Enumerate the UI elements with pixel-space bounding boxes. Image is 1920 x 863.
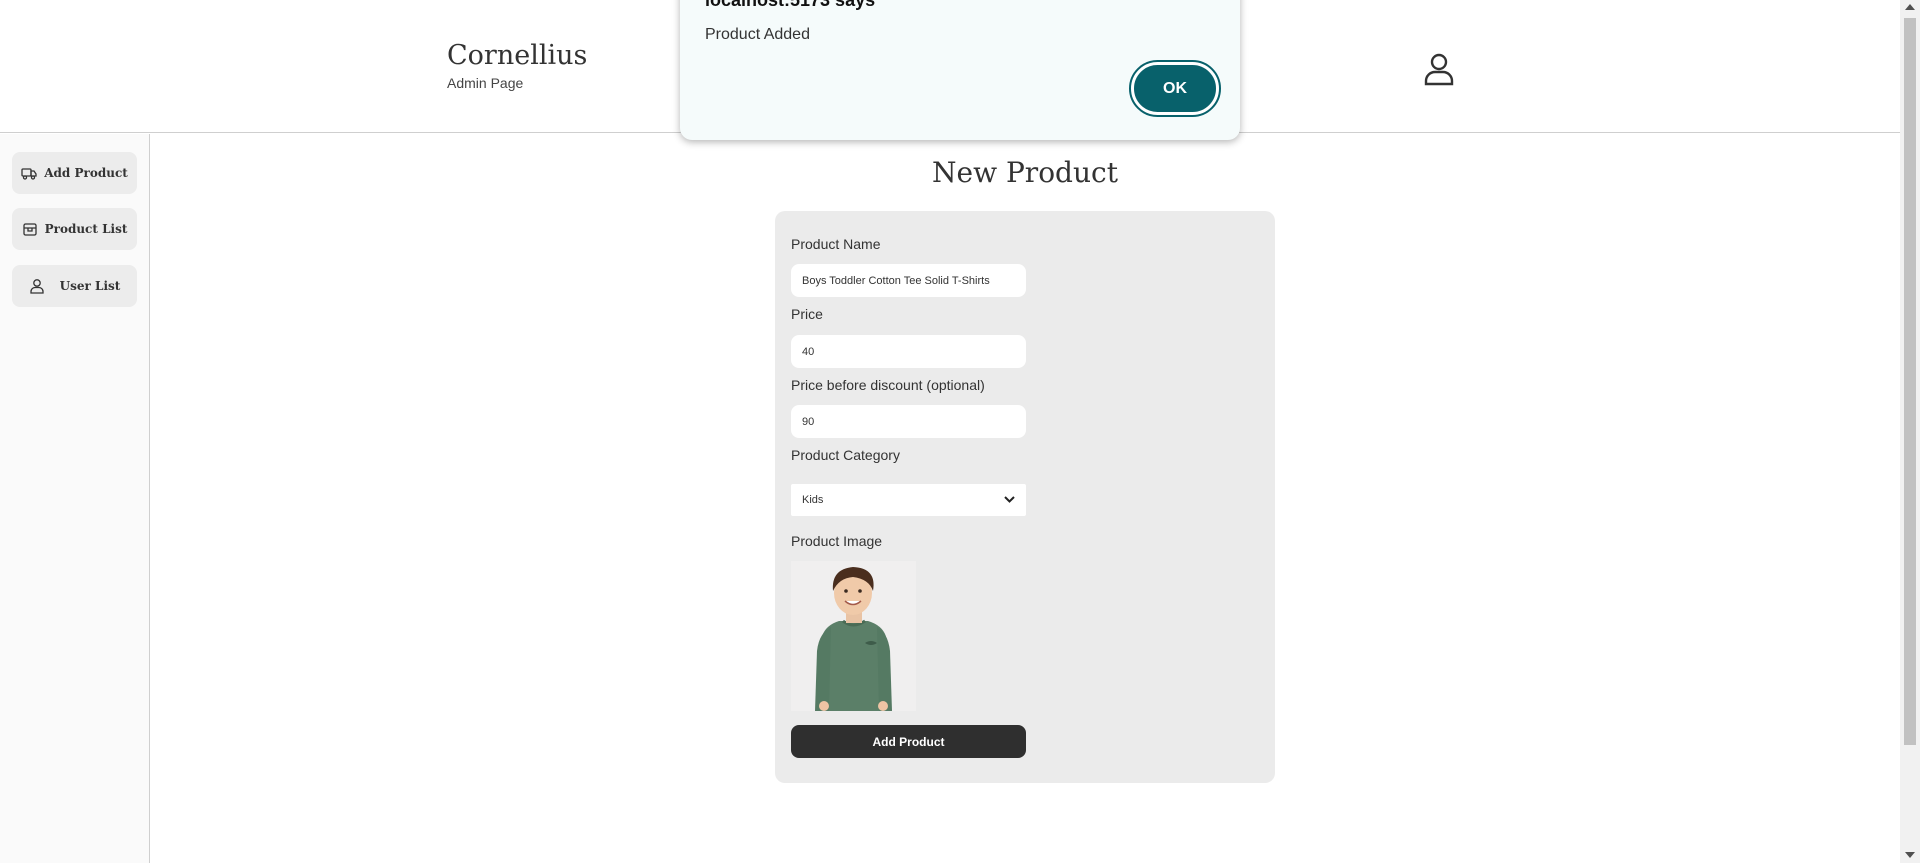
- brand: Cornellius Admin Page: [447, 40, 587, 91]
- new-product-form: Product Name Boys Toddler Cotton Tee Sol…: [775, 211, 1275, 783]
- user-account-icon[interactable]: [1424, 52, 1454, 86]
- alert-dialog: localhost:5173 says Product Added OK: [680, 0, 1240, 140]
- box-icon: [22, 223, 37, 236]
- brand-title: Cornellius: [447, 40, 588, 71]
- page-title: New Product: [932, 156, 1118, 189]
- product-category-label: Product Category: [791, 447, 900, 463]
- sidebar-item-label: User List: [59, 279, 121, 293]
- user-icon: [30, 279, 44, 294]
- scroll-down-arrow-icon[interactable]: [1905, 852, 1915, 858]
- product-name-input[interactable]: Boys Toddler Cotton Tee Solid T-Shirts: [791, 264, 1026, 297]
- product-name-label: Product Name: [791, 236, 881, 252]
- product-category-select[interactable]: Kids: [791, 484, 1026, 516]
- price-before-discount-label: Price before discount (optional): [791, 377, 985, 393]
- product-image-preview[interactable]: [791, 561, 916, 711]
- add-product-button[interactable]: Add Product: [791, 725, 1026, 758]
- sidebar-item-user-list[interactable]: User List: [12, 265, 137, 307]
- scroll-up-arrow-icon[interactable]: [1905, 4, 1915, 10]
- price-input[interactable]: 40: [791, 335, 1026, 368]
- product-image-label: Product Image: [791, 533, 883, 549]
- sidebar-item-product-list[interactable]: Product List: [12, 208, 137, 250]
- sidebar: Add Product Product List User List: [0, 134, 150, 863]
- sidebar-item-add-product[interactable]: Add Product: [12, 152, 137, 194]
- price-before-discount-input[interactable]: 90: [791, 405, 1026, 438]
- product-photo: [791, 561, 916, 711]
- chevron-down-icon: [1004, 496, 1015, 503]
- scroll-thumb[interactable]: [1904, 18, 1916, 745]
- dialog-ok-button[interactable]: OK: [1129, 60, 1221, 117]
- truck-icon: [21, 168, 37, 180]
- brand-subtitle: Admin Page: [447, 75, 524, 91]
- price-label: Price: [791, 306, 823, 322]
- dialog-title: localhost:5173 says: [705, 0, 876, 10]
- product-category-value: Kids: [802, 494, 824, 506]
- sidebar-item-label: Add Product: [44, 166, 128, 180]
- sidebar-item-label: Product List: [44, 222, 128, 236]
- vertical-scrollbar[interactable]: [1900, 0, 1920, 863]
- dialog-message: Product Added: [705, 26, 810, 43]
